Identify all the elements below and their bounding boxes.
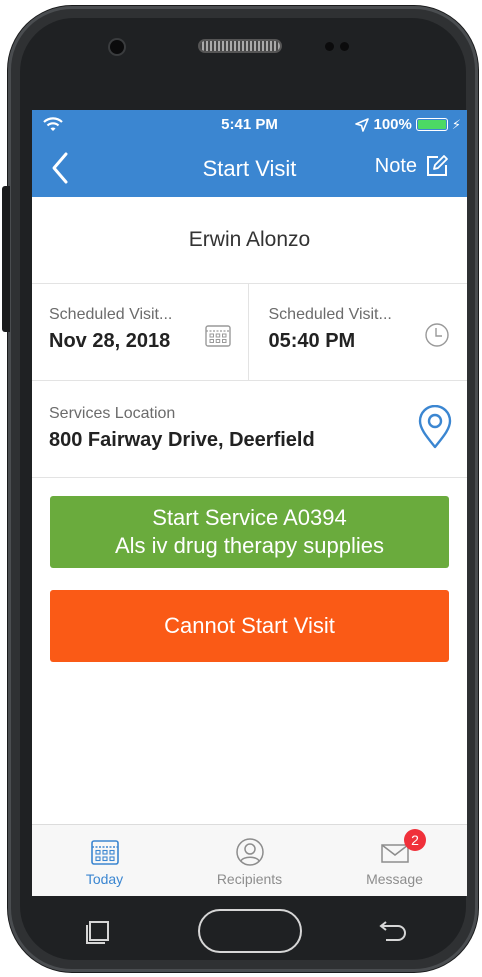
recipient-name: Erwin Alonzo [32, 197, 467, 284]
calendar-icon [204, 325, 231, 347]
cannot-start-visit-button[interactable]: Cannot Start Visit [50, 590, 449, 662]
start-service-code: Start Service A0394 [152, 505, 347, 530]
earpiece-speaker [198, 39, 282, 53]
edit-icon [427, 155, 448, 176]
location-label: Services Location [49, 405, 176, 422]
battery-icon [415, 118, 448, 131]
location-value: 800 Fairway Drive, Deerfield [49, 429, 315, 451]
battery-fill [417, 120, 446, 129]
tab-message[interactable]: Message 2 [322, 825, 467, 896]
unread-badge: 2 [404, 829, 426, 851]
battery-percent: 100% [373, 116, 412, 133]
recent-apps-key[interactable] [80, 916, 116, 946]
tab-recipients[interactable]: Recipients [177, 825, 322, 896]
tab-bar: Today Recipients Message 2 [32, 824, 467, 896]
tab-today[interactable]: Today [32, 825, 177, 896]
map-pin-icon[interactable] [417, 405, 453, 449]
location-arrow-icon [355, 117, 370, 132]
scheduled-date-field[interactable]: Scheduled Visit... Nov 28, 2018 [32, 284, 248, 380]
back-key[interactable] [374, 916, 410, 946]
scheduled-time-field[interactable]: Scheduled Visit... 05:40 PM [247, 284, 468, 380]
status-right: 100% ⚡ [355, 116, 461, 133]
service-location-field[interactable]: Services Location 800 Fairway Drive, Dee… [32, 381, 467, 478]
tab-today-label: Today [85, 871, 124, 887]
light-sensor [340, 42, 349, 51]
nav-bar: Start Visit Note [32, 140, 467, 197]
schedule-row: Scheduled Visit... Nov 28, 2018 Schedule… [32, 284, 467, 381]
side-button [2, 186, 10, 332]
note-label: Note [374, 154, 417, 177]
user-icon [235, 838, 264, 866]
clock-icon [425, 323, 449, 347]
proximity-sensor [325, 42, 334, 51]
charging-icon: ⚡ [451, 116, 461, 132]
note-button[interactable]: Note [375, 154, 449, 178]
tab-message-label: Message [366, 871, 423, 887]
status-bar: 5:41 PM 100% ⚡ [32, 110, 467, 140]
home-key[interactable] [198, 909, 302, 953]
start-service-button[interactable]: Start Service A0394 Als iv drug therapy … [50, 496, 449, 568]
start-service-description: Als iv drug therapy supplies [114, 533, 385, 558]
front-camera [110, 40, 124, 54]
calendar-icon [90, 840, 119, 865]
tab-recipients-label: Recipients [216, 871, 283, 887]
app-screen: 5:41 PM 100% ⚡ Start Visit Note Erwin Al… [32, 110, 467, 896]
